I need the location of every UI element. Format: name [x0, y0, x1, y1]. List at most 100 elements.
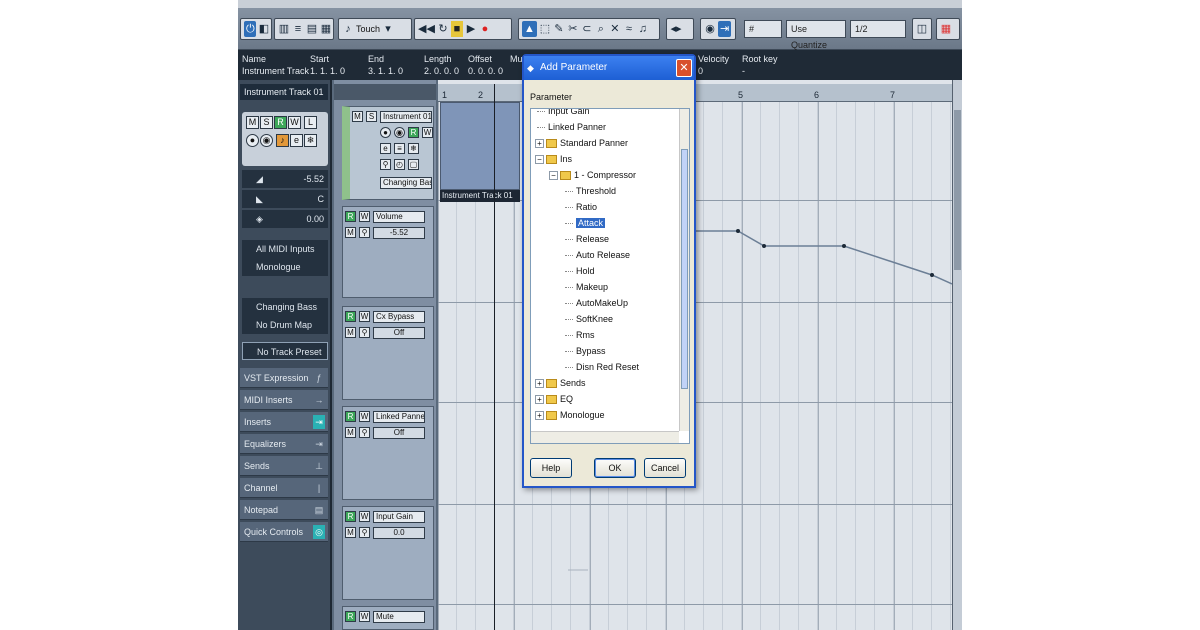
- tree-item[interactable]: Input Gain: [537, 109, 590, 119]
- freeze-icon[interactable]: ❄: [304, 134, 317, 147]
- collapse-icon[interactable]: −: [549, 171, 558, 181]
- nudge-icon[interactable]: ◂▸: [670, 21, 682, 37]
- expand-icon[interactable]: +: [535, 411, 544, 421]
- automation-value[interactable]: 0.0: [373, 527, 425, 539]
- tree-item[interactable]: Disn Red Reset: [565, 359, 639, 375]
- read-automation-button[interactable]: R: [274, 116, 287, 129]
- record-button[interactable]: ●: [479, 21, 491, 37]
- rewind-button[interactable]: ◀◀: [418, 21, 435, 37]
- color-palette-icon[interactable]: ▦: [940, 21, 952, 37]
- vertical-scrollbar[interactable]: [952, 80, 962, 630]
- section-sends[interactable]: Sends ⊥: [240, 456, 328, 476]
- tree-folder[interactable]: + Monologue: [535, 407, 605, 423]
- automation-param-name[interactable]: Mute: [373, 611, 425, 623]
- automation-value[interactable]: Off: [373, 327, 425, 339]
- automation-value[interactable]: Off: [373, 427, 425, 439]
- info-col-start[interactable]: Start 1. 1. 1. 0: [310, 53, 345, 77]
- automation-param-name[interactable]: Linked Panner: [373, 411, 425, 423]
- range-tool-icon[interactable]: ⬚: [539, 21, 551, 37]
- ok-button[interactable]: OK: [594, 458, 636, 478]
- zoom-tool-icon[interactable]: ⌕: [595, 21, 607, 37]
- freeze-icon[interactable]: ❄: [408, 143, 419, 154]
- monitor-button[interactable]: ◉: [394, 127, 405, 138]
- edit-icon[interactable]: e: [380, 143, 391, 154]
- cancel-button[interactable]: Cancel: [644, 458, 686, 478]
- mute-tool-icon[interactable]: ≈: [623, 21, 635, 37]
- record-enable-button[interactable]: ●: [380, 127, 391, 138]
- solo-button[interactable]: S: [366, 111, 377, 122]
- tree-folder[interactable]: −1 - Compressor: [549, 167, 636, 183]
- write-automation-button[interactable]: W: [359, 311, 370, 322]
- track-bank[interactable]: Changing Bass: [380, 177, 432, 189]
- midi-input-select[interactable]: All MIDI Inputs: [242, 240, 328, 258]
- tree-item[interactable]: Release: [565, 231, 609, 247]
- glue-tool-icon[interactable]: ⊂: [581, 21, 593, 37]
- cycle-button[interactable]: ↻: [437, 21, 449, 37]
- automation-param-name[interactable]: Volume: [373, 211, 425, 223]
- tree-item[interactable]: Threshold: [565, 183, 616, 199]
- output-select[interactable]: Monologue: [242, 258, 328, 276]
- object-select-tool-icon[interactable]: ▲: [522, 21, 537, 37]
- scrollbar-thumb[interactable]: [954, 110, 961, 270]
- project-cursor[interactable]: [494, 84, 495, 630]
- inspector-track-title[interactable]: Instrument Track 01: [240, 84, 328, 100]
- tree-item[interactable]: Makeup: [565, 279, 608, 295]
- play-button[interactable]: ▶: [465, 21, 477, 37]
- collapse-icon[interactable]: −: [535, 155, 544, 165]
- quantize-value-select[interactable]: 1/2: [850, 20, 906, 38]
- section-notepad[interactable]: Notepad ▤: [240, 500, 328, 520]
- inspector-volume[interactable]: ◢ -5.52: [242, 170, 328, 188]
- automation-value[interactable]: -5.52: [373, 227, 425, 239]
- parameter-tree[interactable]: Input Gain Linked Panner + Standard Panne…: [530, 108, 690, 444]
- scrollbar-thumb[interactable]: [681, 149, 688, 389]
- solo-button[interactable]: S: [260, 116, 273, 129]
- close-button[interactable]: ✕: [676, 59, 692, 77]
- mute-button[interactable]: M: [246, 116, 259, 129]
- split-tool-icon[interactable]: ✂: [567, 21, 579, 37]
- inspector-delay[interactable]: ◈ 0.00: [242, 210, 328, 228]
- drum-map-select[interactable]: No Drum Map: [242, 316, 328, 334]
- mute-automation-button[interactable]: M: [345, 527, 356, 538]
- record-enable-button[interactable]: ●: [246, 134, 259, 147]
- automation-lane-mute[interactable]: R W Mute: [342, 606, 434, 630]
- tree-vertical-scrollbar[interactable]: [679, 109, 689, 431]
- mute-automation-button[interactable]: M: [345, 427, 356, 438]
- monitor-button[interactable]: ◉: [260, 134, 273, 147]
- tree-folder[interactable]: + EQ: [535, 391, 573, 407]
- read-automation-button[interactable]: R: [345, 311, 356, 322]
- tree-item[interactable]: Auto Release: [565, 247, 630, 263]
- edit-instrument-icon[interactable]: e: [290, 134, 303, 147]
- time-base-icon[interactable]: ◴: [394, 159, 405, 170]
- write-automation-button[interactable]: W: [359, 511, 370, 522]
- quantize-type-select[interactable]: Use Quantize: [786, 20, 846, 50]
- read-automation-button[interactable]: R: [408, 127, 419, 138]
- section-channel[interactable]: Channel |: [240, 478, 328, 498]
- lane-lock-icon[interactable]: ⚲: [359, 327, 370, 338]
- section-midi-inserts[interactable]: MIDI Inserts →: [240, 390, 328, 410]
- color-icon[interactable]: ◉: [704, 21, 716, 37]
- track-name[interactable]: Instrument 01: [380, 111, 432, 123]
- lock-icon[interactable]: ⚲: [380, 159, 391, 170]
- lanes-icon[interactable]: ≡: [394, 143, 405, 154]
- draw-tool-icon[interactable]: ✎: [553, 21, 565, 37]
- play-tool-icon[interactable]: ♫: [637, 21, 649, 37]
- stop-button[interactable]: ■: [450, 21, 463, 37]
- read-automation-button[interactable]: R: [345, 611, 356, 622]
- info-col-rootkey[interactable]: Root key -: [742, 53, 778, 77]
- lane-lock-icon[interactable]: ⚲: [359, 427, 370, 438]
- read-automation-button[interactable]: R: [345, 411, 356, 422]
- erase-tool-icon[interactable]: ✕: [609, 21, 621, 37]
- mute-button[interactable]: M: [352, 111, 363, 122]
- inspector-pan[interactable]: ◣ C: [242, 190, 328, 208]
- tree-item[interactable]: Hold: [565, 263, 595, 279]
- automation-lane-volume[interactable]: R W Volume M ⚲ -5.52: [342, 206, 434, 298]
- dialog-titlebar[interactable]: ◆ Add Parameter: [524, 56, 694, 80]
- tree-folder[interactable]: + Sends: [535, 375, 586, 391]
- mute-automation-button[interactable]: M: [345, 227, 356, 238]
- window-layout-icon[interactable]: ◫: [916, 21, 928, 37]
- tree-item[interactable]: Ratio: [565, 199, 597, 215]
- info-col-name[interactable]: Name Instrument Track: [242, 53, 309, 77]
- read-automation-button[interactable]: R: [345, 511, 356, 522]
- lane-lock-icon[interactable]: ⚲: [359, 227, 370, 238]
- automation-mode-select[interactable]: Touch: [356, 24, 380, 34]
